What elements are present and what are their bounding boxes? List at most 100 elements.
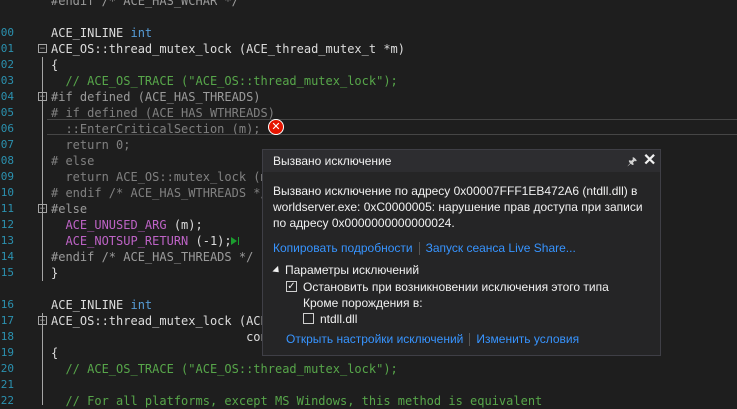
break-when-thrown-checkbox[interactable]: ✓ [286,281,297,293]
code-token: return 0; [51,138,131,152]
exception-message: Вызвано исключение по адресу 0x00007FFF1… [273,183,653,231]
section-title: Параметры исключений [285,263,420,277]
ntdll-row[interactable]: ntdll.dll [303,312,357,326]
exception-message-line: Вызвано исключение по адресу 0x00007FFF1… [273,184,638,198]
open-exception-settings-link[interactable]: Открыть настройки исключений [286,332,463,346]
ntdll-label: ntdll.dll [320,312,358,326]
except-when-label: Кроме порождения в: [303,296,423,310]
code-line[interactable]: 00 ACE_INLINE int [0,25,737,41]
next-statement-arrow-icon[interactable] [231,237,237,245]
code-token: # if defined (ACE_HAS_WTHREADS) [51,106,275,120]
line-number: 19 [0,346,14,359]
link-separator [469,333,471,347]
code-text: return 0; [51,137,130,153]
code-token: #if defined (ACE_HAS_THREADS) [51,90,261,104]
exception-settings-section[interactable]: Параметры исключений [272,263,420,277]
code-line[interactable] [0,9,737,25]
code-token: { [51,58,59,72]
line-number: 00 [0,26,14,39]
line-number: 07 [0,138,14,151]
code-token: { [51,346,59,360]
code-token: # endif /* ACE_HAS_WTHREADS */ [51,186,268,200]
popup-action-links: Копировать подробности Запуск сеанса Live… [273,241,576,256]
code-token: ACE_INLINE [51,298,131,312]
close-icon[interactable]: ✕ [643,150,656,170]
code-line[interactable]: 04−#if defined (ACE_HAS_THREADS) [0,89,737,105]
line-number: 18 [0,330,14,343]
link-separator [418,242,420,256]
code-text: #endif /* ACE_HAS_THREADS */ [51,249,253,265]
code-token: (-1); [188,234,232,248]
next-statement-bar [238,237,239,245]
line-number: 10 [0,186,14,199]
code-token: ACE_OS::thread_mutex_lock (ACE [51,314,268,328]
line-number: 01 [0,42,14,55]
code-token: con [51,330,268,344]
line-number: 21 [0,378,14,391]
code-token: (m); [166,218,203,232]
code-text: ACE_UNUSED_ARG (m); [51,217,203,233]
line-number: 16 [0,298,14,311]
code-line[interactable]: 21 [0,377,737,393]
code-line[interactable]: 02 { [0,57,737,73]
code-text: ACE_INLINE int [51,297,152,313]
code-text: // ACE_OS_TRACE ("ACE_OS::thread_mutex_l… [51,361,398,377]
code-token: return ACE_OS::mutex_lock (m [51,170,268,184]
code-line[interactable]: 22 // For all platforms, except MS Windo… [0,393,737,409]
code-token: #endif /* ACE_HAS_WCHAR */ [51,0,239,8]
line-number: 08 [0,154,14,167]
code-token: ACE_INLINE [51,26,131,40]
code-token: ACE_UNUSED_ARG [51,218,167,232]
line-number: 03 [0,74,14,87]
exception-message-line: worldserver.exe: 0xC0000005: нарушение п… [273,200,643,214]
pin-icon[interactable]: 🖈 [627,153,637,172]
code-text: // For all platforms, except MS Windows,… [51,393,542,409]
code-line[interactable]: #endif /* ACE_HAS_WCHAR */ [0,0,737,9]
edit-conditions-link[interactable]: Изменить условия [476,332,579,346]
current-line-highlight [47,119,737,135]
code-text: # endif /* ACE_HAS_WTHREADS */ [51,185,268,201]
collapse-caret-icon[interactable] [272,266,282,276]
code-token: // ACE_OS_TRACE ("ACE_OS::thread_mutex_l… [51,74,398,88]
line-number: 06 [0,122,14,135]
popup-title: Вызвано исключение [273,154,392,168]
line-number: 13 [0,234,14,247]
line-number: 22 [0,394,14,407]
fold-guide [42,57,43,281]
code-token: // ACE_OS_TRACE ("ACE_OS::thread_mutex_l… [51,362,398,376]
line-number: 05 [0,106,14,119]
code-token: # else [51,154,95,168]
code-line[interactable]: 03 // ACE_OS_TRACE ("ACE_OS::thread_mute… [0,73,737,89]
code-text: # else [51,153,94,169]
line-number: 12 [0,218,14,231]
code-token: ACE_OS::thread_mutex_lock (ACE_thread_mu… [51,42,406,56]
line-number: 02 [0,58,14,71]
popup-settings-links: Открыть настройки исключений Изменить усл… [286,332,579,347]
code-token: #else [51,202,88,216]
fold-toggle-icon[interactable]: − [38,44,47,54]
live-share-link[interactable]: Запуск сеанса Live Share... [426,241,576,255]
exception-message-line: по адресу 0x0000000000000024. [273,216,455,230]
code-text: { [51,57,58,73]
break-when-thrown-row[interactable]: ✓ Остановить при возникновении исключения… [286,280,609,294]
code-token: // For all platforms, except MS Windows,… [51,394,543,408]
code-text: { [51,345,58,361]
code-token: } [51,266,59,280]
code-token: int [130,26,153,40]
break-when-thrown-label: Остановить при возникновении исключения … [303,280,609,294]
line-number: 04 [0,90,14,103]
code-text: #if defined (ACE_HAS_THREADS) [51,89,261,105]
error-circle-icon[interactable]: ✕ [268,119,284,135]
code-line[interactable]: 01 − ACE_OS::thread_mutex_lock (ACE_thread… [0,41,737,57]
fold-guide [42,313,43,405]
copy-details-link[interactable]: Копировать подробности [273,241,413,255]
code-text: return ACE_OS::mutex_lock (m [51,169,268,185]
line-number: 17 [0,314,14,327]
line-number: 14 [0,250,14,263]
code-text: } [51,265,58,281]
code-line[interactable]: 20 // ACE_OS_TRACE ("ACE_OS::thread_mute… [0,361,737,377]
code-text: // ACE_OS_TRACE ("ACE_OS::thread_mutex_l… [51,73,398,89]
code-text: ACE_INLINE int [51,25,152,41]
line-number: 11 [0,202,14,215]
ntdll-checkbox[interactable] [303,313,314,325]
